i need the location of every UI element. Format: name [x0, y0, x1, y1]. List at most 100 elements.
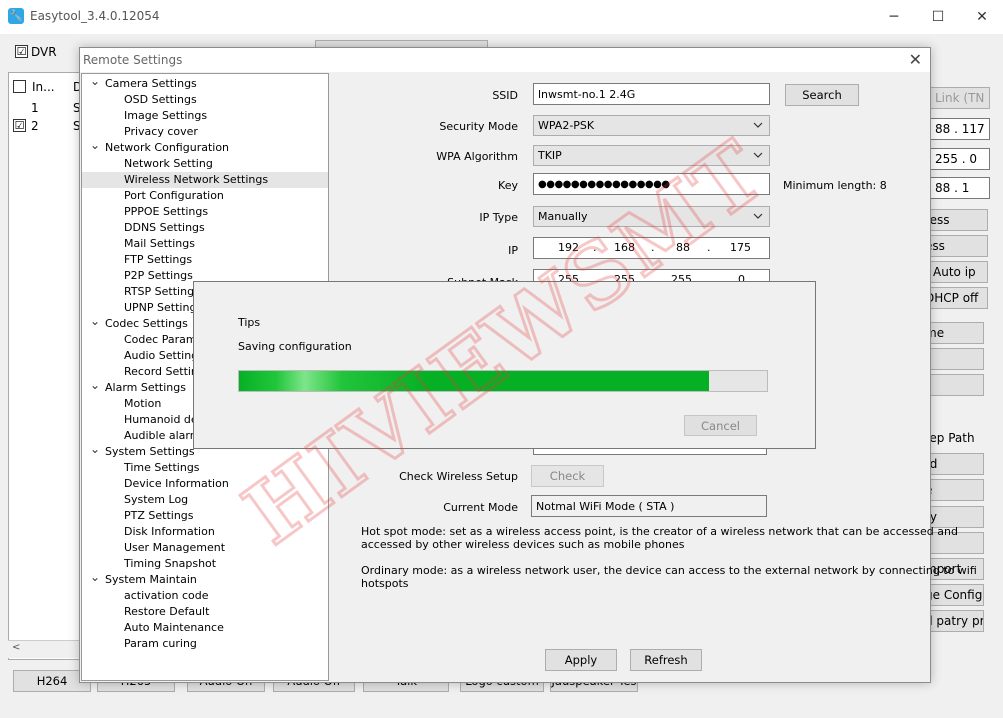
link-type-select[interactable]: Link (TN [930, 87, 990, 109]
ssid-input[interactable]: lnwsmt-no.1 2.4G [533, 83, 770, 105]
current-mode-field: Notmal WiFi Mode ( STA ) [531, 495, 767, 517]
apply-button[interactable]: Apply [545, 649, 617, 671]
device-table [8, 72, 80, 660]
check-button[interactable]: Check [531, 465, 604, 487]
tree-item[interactable]: Time Settings [82, 460, 328, 476]
chevron-down-icon [753, 152, 763, 158]
key-label: Key [498, 179, 518, 192]
hotspot-note-line2: accessed by other wireless devices such … [361, 538, 685, 551]
tree-item[interactable]: Privacy cover [82, 124, 328, 140]
search-button[interactable]: Search [785, 84, 859, 106]
chevron-down-icon[interactable]: ⌄ [90, 377, 100, 393]
tree-item-label: Param curing [124, 637, 197, 650]
tree-group[interactable]: ⌄ Network Configuration [82, 137, 328, 156]
progress-fill [239, 371, 709, 391]
wpa-algorithm-select[interactable]: TKIP [533, 145, 770, 166]
hotspot-note-line1: Hot spot mode: set as a wireless access … [361, 525, 958, 538]
cancel-button[interactable]: Cancel [684, 415, 757, 436]
chevron-down-icon [753, 213, 763, 219]
ip-dot: . [651, 241, 655, 254]
dvr-checkbox[interactable]: ☑ [15, 45, 28, 58]
tree-item[interactable]: System Log [82, 492, 328, 508]
minimize-button[interactable]: ─ [874, 4, 914, 30]
tree-item[interactable]: Wireless Network Settings [82, 172, 328, 188]
tree-item-label: Restore Default [124, 605, 210, 618]
tree-item[interactable]: OSD Settings [82, 92, 328, 108]
security-mode-label: Security Mode [439, 120, 518, 133]
tree-item-label: Network Configuration [105, 141, 230, 154]
row-checkbox[interactable]: ☑ [13, 119, 26, 132]
tree-item-label: Image Settings [124, 109, 208, 122]
tree-item[interactable]: Image Settings [82, 108, 328, 124]
ip-input[interactable]: 192 . 168 . 88 . 175 [533, 237, 770, 259]
tree-item[interactable]: FTP Settings [82, 252, 328, 268]
chevron-down-icon[interactable]: ⌄ [90, 313, 100, 329]
tree-item-label: DDNS Settings [124, 221, 205, 234]
maximize-button[interactable]: ☐ [918, 4, 958, 30]
tree-item[interactable]: PTZ Settings [82, 508, 328, 524]
chevron-down-icon [753, 122, 763, 128]
tree-item[interactable]: activation code [82, 588, 328, 604]
tree-item-label: Alarm Settings [105, 381, 186, 394]
tree-item-label: Wireless Network Settings [124, 173, 269, 186]
dialog-close-icon[interactable]: ✕ [909, 50, 922, 69]
scroll-left-icon[interactable]: < [12, 642, 20, 653]
tree-item-label: Mail Settings [124, 237, 195, 250]
tips-message: Saving configuration [238, 340, 352, 353]
tree-item[interactable]: DDNS Settings [82, 220, 328, 236]
chevron-down-icon[interactable]: ⌄ [90, 137, 100, 153]
tree-item-label: Port Configuration [124, 189, 224, 202]
refresh-button[interactable]: Refresh [630, 649, 702, 671]
tree-item[interactable]: Param curing [82, 636, 328, 652]
ordinary-note-line2: hotspots [361, 577, 409, 590]
tree-item[interactable]: Disk Information [82, 524, 328, 540]
tree-item-label: Codec Parame [124, 333, 204, 346]
tree-group[interactable]: ⌄ System Maintain [82, 569, 328, 588]
chevron-down-icon[interactable]: ⌄ [90, 441, 100, 457]
wpa-algorithm-label: WPA Algorithm [436, 150, 518, 163]
tree-item-label: Device Information [124, 477, 229, 490]
mask-field-partial[interactable]: 255 . 0 [930, 148, 990, 170]
tips-title: Tips [238, 316, 261, 329]
ip-octet: 88 [676, 241, 690, 254]
tree-item-label: User Management [124, 541, 226, 554]
tree-item-label: Disk Information [124, 525, 215, 538]
tree-item-label: activation code [124, 589, 209, 602]
check-wireless-label: Check Wireless Setup [399, 470, 518, 483]
tree-item-label: Codec Settings [105, 317, 188, 330]
tree-item[interactable]: Device Information [82, 476, 328, 492]
chevron-down-icon[interactable]: ⌄ [90, 569, 100, 585]
tree-item[interactable]: Mail Settings [82, 236, 328, 252]
tree-item-label: Audio Settings [124, 349, 204, 362]
security-mode-select[interactable]: WPA2-PSK [533, 115, 770, 136]
tree-item[interactable]: User Management [82, 540, 328, 556]
dialog-title: Remote Settings [83, 53, 183, 67]
tree-item[interactable]: Timing Snapshot [82, 556, 328, 572]
app-title: Easytool_3.4.0.12054 [30, 9, 160, 23]
tree-item-label: Network Setting [124, 157, 213, 170]
tree-item[interactable]: Auto Maintenance [82, 620, 328, 636]
current-mode-label: Current Mode [443, 501, 518, 514]
table-header-index[interactable]: In... [32, 80, 55, 94]
table-row-num: 2 [31, 119, 39, 133]
tree-item[interactable]: Restore Default [82, 604, 328, 620]
tree-item-label: P2P Settings [124, 269, 193, 282]
close-button[interactable]: ✕ [962, 4, 1002, 30]
tree-item[interactable]: Network Setting [82, 156, 328, 172]
tree-item[interactable]: Port Configuration [82, 188, 328, 204]
ip-type-select[interactable]: Manually [533, 206, 770, 227]
gateway-field-partial[interactable]: 88 . 1 [930, 177, 990, 199]
ip-octet: 192 [558, 241, 579, 254]
ordinary-note-line1: Ordinary mode: as a wireless network use… [361, 564, 977, 577]
tree-group[interactable]: ⌄ Camera Settings [82, 74, 328, 92]
key-input[interactable]: ●●●●●●●●●●●●●●●● [533, 173, 770, 195]
ip-field-partial[interactable]: 88 . 117 [930, 118, 990, 140]
table-row-num: 1 [31, 101, 39, 115]
tree-item[interactable]: PPPOE Settings [82, 204, 328, 220]
select-all-checkbox[interactable] [13, 80, 26, 93]
dialog-title-bar [80, 48, 930, 72]
ip-type-value: Manually [538, 210, 588, 223]
chevron-down-icon[interactable]: ⌄ [90, 74, 100, 89]
ip-octet: 168 [614, 241, 635, 254]
tree-item-label: PTZ Settings [124, 509, 194, 522]
